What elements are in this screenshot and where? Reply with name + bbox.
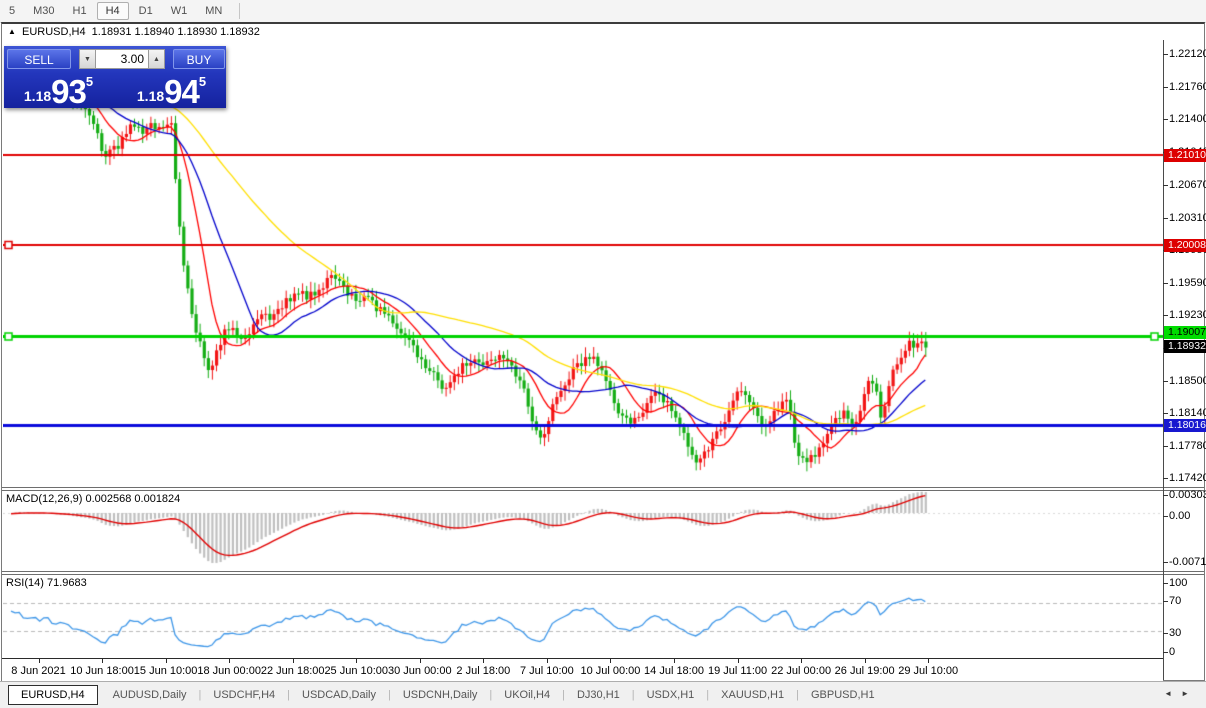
time-axis-label: 18 Jun 00:00 [194,665,264,677]
tab-gbpusd-h1[interactable]: GBPUSD,H1 [800,686,886,704]
rsi-axis-tick: 70 [1169,595,1206,608]
mt4-terminal: 5M30H1H4D1W1MN ▲ EURUSD,H4 1.18931 1.189… [0,0,1206,707]
buy-price[interactable]: 1.18945 [117,72,226,108]
price-axis-tick: 1.19230 [1169,309,1206,322]
time-axis-tick [102,659,103,663]
price-tag-1.18016: 1.18016 [1164,419,1206,432]
time-axis-tick [801,659,802,663]
toolbar-separator [239,3,240,19]
chart-window: ▲ EURUSD,H4 1.18931 1.18940 1.18930 1.18… [1,22,1205,681]
time-axis-tick [547,659,548,663]
rsi-chart-canvas[interactable] [3,575,1163,658]
macd-axis-tick: -0.00715 [1169,556,1206,569]
rsi-axis-tick: 30 [1169,627,1206,640]
time-axis-tick [483,659,484,663]
price-axis-separator [1163,40,1164,680]
timeframe-h1[interactable]: H1 [64,2,96,20]
time-axis-label: 26 Jul 19:00 [830,665,900,677]
tab-dj30-h1[interactable]: DJ30,H1 [566,686,631,704]
sell-price-big: 93 [51,75,86,108]
volume-decrease-button[interactable]: ▼ [79,49,96,69]
sell-button[interactable]: SELL [7,49,71,69]
time-axis-tick [293,659,294,663]
time-axis-label: 30 Jun 00:00 [385,665,455,677]
timeframe-m30[interactable]: M30 [24,2,63,20]
nav-left-arrow[interactable]: ◄ [1164,689,1181,698]
price-tag-1.21010: 1.21010 [1164,149,1206,162]
price-axis-tick: 1.20670 [1169,179,1206,192]
price-tag-1.19007: 1.19007 [1164,326,1206,339]
time-axis-tick [610,659,611,663]
price-axis-tick: 1.19590 [1169,277,1206,290]
timeframe-w1[interactable]: W1 [162,2,197,20]
sell-price[interactable]: 1.18935 [4,72,113,108]
time-axis-tick [928,659,929,663]
tab-nav-arrows: ◄► [1164,689,1198,698]
time-axis-label: 22 Jul 00:00 [766,665,836,677]
price-axis-tick: 1.17780 [1169,440,1206,453]
symbol-tab-bar: EURUSD,H4AUDUSD,Daily|USDCHF,H4|USDCAD,D… [0,681,1206,708]
timeframe-mn[interactable]: MN [196,2,231,20]
tab-usdx-h1[interactable]: USDX,H1 [636,686,706,704]
price-axis-tick: 1.21760 [1169,81,1206,94]
tab-eurusd-h4[interactable]: EURUSD,H4 [8,685,98,705]
timeframe-d1[interactable]: D1 [130,2,162,20]
nav-right-arrow[interactable]: ► [1181,689,1198,698]
time-axis-label: 19 Jul 11:00 [703,665,773,677]
price-axis-tick: 1.20310 [1169,212,1206,225]
time-axis-label: 15 Jun 10:00 [131,665,201,677]
tab-usdcnh-daily[interactable]: USDCNH,Daily [392,686,489,704]
time-axis: 8 Jun 202110 Jun 18:0015 Jun 10:0018 Jun… [2,658,1163,681]
time-axis-label: 22 Jun 18:00 [258,665,328,677]
price-axis-tick: 1.18500 [1169,375,1206,388]
time-axis-tick [865,659,866,663]
buy-button[interactable]: BUY [173,49,225,69]
rsi-axis-tick: 100 [1169,577,1206,590]
time-axis-tick [229,659,230,663]
time-axis-label: 10 Jul 00:00 [575,665,645,677]
collapse-triangle-icon[interactable]: ▲ [8,27,16,36]
time-axis-label: 8 Jun 2021 [4,665,74,677]
buy-price-big: 94 [164,75,199,108]
time-axis-label: 14 Jul 18:00 [639,665,709,677]
price-axis-tick: 1.17420 [1169,472,1206,485]
time-axis-tick [674,659,675,663]
sell-price-prefix: 1.18 [24,88,51,108]
macd-axis-tick: 0.003031 [1169,489,1206,502]
time-axis-tick [356,659,357,663]
one-click-trade-panel: SELL ▼ 3.00 ▲ BUY 1.18935 1.18945 [4,46,226,108]
time-axis-tick [166,659,167,663]
buy-price-prefix: 1.18 [137,88,164,108]
timeframe-h4[interactable]: H4 [97,2,129,20]
rsi-label: RSI(14) 71.9683 [6,577,87,589]
volume-input[interactable]: 3.00 [96,49,148,69]
price-axis-tick: 1.22120 [1169,48,1206,61]
tab-ukoil-h4[interactable]: UKOil,H4 [493,686,561,704]
time-axis-label: 7 Jul 10:00 [512,665,582,677]
tab-audusd-daily[interactable]: AUDUSD,Daily [102,686,198,704]
buy-price-sup: 5 [199,72,206,89]
time-axis-label: 10 Jun 18:00 [67,665,137,677]
tab-usdchf-h4[interactable]: USDCHF,H4 [202,686,286,704]
time-axis-tick [420,659,421,663]
time-axis-tick [39,659,40,663]
time-axis-label: 29 Jul 10:00 [893,665,963,677]
time-axis-label: 25 Jun 10:00 [321,665,391,677]
macd-label: MACD(12,26,9) 0.002568 0.001824 [6,493,180,505]
macd-axis-tick: 0.00 [1169,510,1206,523]
chart-title-row: ▲ EURUSD,H4 1.18931 1.18940 1.18930 1.18… [2,24,1204,40]
time-axis-tick [738,659,739,663]
tab-usdcad-daily[interactable]: USDCAD,Daily [291,686,387,704]
timeframe-bar: 5M30H1H4D1W1MN [0,0,1206,23]
chart-title: EURUSD,H4 1.18931 1.18940 1.18930 1.1893… [22,26,260,38]
price-axis-tick: 1.21400 [1169,113,1206,126]
sell-price-sup: 5 [86,72,93,89]
price-tag-1.20008: 1.20008 [1164,239,1206,252]
volume-increase-button[interactable]: ▲ [148,49,165,69]
price-tag-1.18932: 1.18932 [1164,340,1206,353]
rsi-axis-tick: 0 [1169,646,1206,659]
tab-xauusd-h1[interactable]: XAUUSD,H1 [710,686,795,704]
timeframe-5[interactable]: 5 [0,2,24,20]
time-axis-label: 2 Jul 18:00 [448,665,518,677]
